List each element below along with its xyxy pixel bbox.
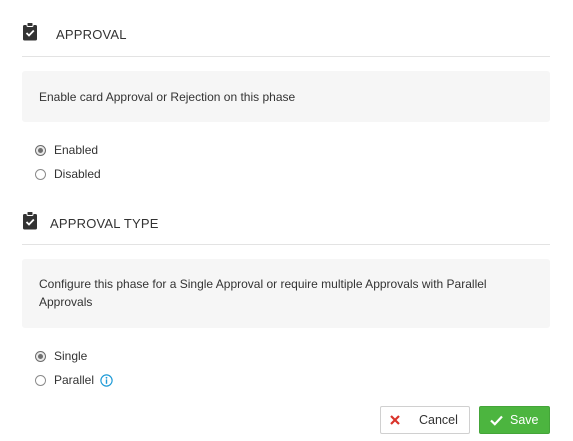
radio-label-enabled: Enabled — [54, 143, 99, 157]
approval-type-section-title: APPROVAL TYPE — [50, 216, 159, 231]
cancel-button[interactable]: Cancel — [380, 406, 470, 434]
approval-description-panel: Enable card Approval or Rejection on thi… — [22, 71, 550, 122]
radio-enabled[interactable]: Enabled — [35, 143, 98, 157]
radio-disabled[interactable]: Disabled — [35, 167, 101, 181]
radio-label-parallel: Parallel — [54, 373, 95, 387]
approval-description: Enable card Approval or Rejection on thi… — [39, 89, 296, 104]
approval-section-title: APPROVAL — [56, 27, 127, 42]
info-circle-icon[interactable] — [100, 373, 113, 387]
save-button[interactable]: Save — [479, 406, 550, 434]
close-icon — [390, 415, 400, 425]
checkmark-icon — [490, 415, 503, 426]
radio-button-checked[interactable] — [35, 144, 46, 156]
clipboard-check-icon — [22, 211, 38, 230]
save-button-label: Save — [510, 413, 539, 427]
approval-type-description-panel: Configure this phase for a Single Approv… — [22, 259, 550, 328]
radio-button-unchecked[interactable] — [35, 168, 46, 180]
approval-type-description: Configure this phase for a Single Approv… — [39, 276, 487, 309]
approval-type-section-header: APPROVAL TYPE — [22, 211, 550, 245]
radio-button-unchecked[interactable] — [35, 374, 46, 386]
radio-parallel[interactable]: Parallel — [35, 373, 113, 387]
cancel-button-label: Cancel — [419, 413, 458, 427]
radio-label-single: Single — [54, 349, 88, 363]
radio-button-checked[interactable] — [35, 350, 46, 362]
radio-label-disabled: Disabled — [54, 167, 101, 181]
radio-single[interactable]: Single — [35, 349, 87, 363]
approval-section-header: APPROVAL — [22, 22, 550, 57]
clipboard-check-icon — [22, 22, 38, 41]
